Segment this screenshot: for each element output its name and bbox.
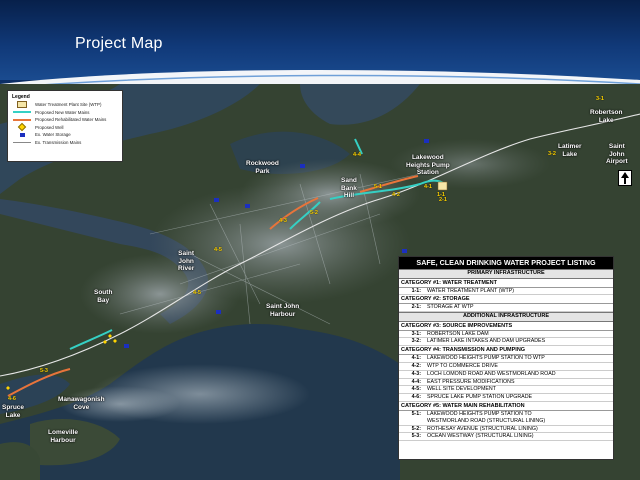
label-lomeville-harbour: Lomeville Harbour (48, 429, 78, 444)
code-4-5-river: 4-5 (214, 247, 222, 253)
list-item: 3-1: ROBERTSON LAKE DAM (399, 331, 613, 339)
list-item: 5-2: ROTHESAY AVENUE (STRUCTURAL LINING) (399, 426, 613, 434)
label-rockwood-park: Rockwood Park (246, 160, 279, 175)
legend-item-rehab-main: Proposed Rehabilitated Water Mains (12, 116, 118, 124)
project-listing-title: SAFE, CLEAN DRINKING WATER PROJECT LISTI… (399, 257, 613, 269)
category-heading: CATEGORY #2: STORAGE (399, 295, 613, 305)
code-5-2: 5-2 (310, 210, 318, 216)
list-item: 5-1: LAKEWOOD HEIGHTS PUMP STATION TO WE… (399, 411, 613, 426)
code-4-1: 4-1 (424, 184, 432, 190)
list-item: 5-3: OCEAN WESTWAY (STRUCTURAL LINING) (399, 433, 613, 442)
legend-item-wtp: Water Treatment Plant Site (WTP) (12, 101, 118, 109)
legend-item-well: Proposed Well (12, 123, 118, 132)
list-item: 4-2: WTP TO COMMERCE DRIVE (399, 363, 613, 371)
label-sand-bank-hill: Sand Bank Hill (341, 177, 357, 199)
slide-header: Project Map (0, 0, 640, 92)
north-arrow-icon (621, 172, 629, 184)
label-spruce-lake: Spruce Lake (2, 404, 25, 419)
list-item: 2-1: STORAGE AT WTP (399, 304, 613, 313)
category-heading: CATEGORY #1: WATER TREATMENT (399, 279, 613, 288)
category-heading: CATEGORY #5: WATER MAIN REHABILITATION (399, 402, 613, 411)
legend-item-storage: Ex. Water Storage (12, 131, 118, 139)
legend-item-new-main: Proposed New Water Mains (12, 109, 118, 117)
section-heading: ADDITIONAL INFRASTRUCTURE (399, 313, 613, 322)
north-arrow (618, 170, 632, 186)
list-item: 4-4: EAST PRESSURE MODIFICATIONS (399, 379, 613, 387)
transmission-line-icon (12, 139, 32, 145)
list-item: 4-1: LAKEWOOD HEIGHTS PUMP STATION TO WT… (399, 355, 613, 363)
label-latimer-lake: Latimer Lake (558, 143, 582, 158)
section-heading: PRIMARY INFRASTRUCTURE (399, 270, 613, 279)
storage-square-icon (12, 132, 32, 138)
label-south-bay: South Bay (94, 289, 113, 304)
code-3-1: 3-1 (596, 96, 604, 102)
section-additional: ADDITIONAL INFRASTRUCTURE CATEGORY #3: S… (399, 312, 613, 442)
label-saint-john-river: Saint John River (178, 250, 195, 272)
label-lakewood-heights: Lakewood Heights Pump Station (406, 154, 450, 176)
list-item: 4-5: WELL SITE DEVELOPMENT (399, 386, 613, 395)
code-4-4-east: 4-4 (353, 152, 361, 158)
code-2-1: 2-1 (439, 197, 447, 203)
code-4-5-bay: 4-5 (193, 290, 201, 296)
category-heading: CATEGORY #3: SOURCE IMPROVEMENTS (399, 322, 613, 331)
label-manawagonish-cove: Manawagonish Cove (58, 396, 105, 411)
well-diamond-icon (12, 123, 32, 132)
category-heading: CATEGORY #4: TRANSMISSION AND PUMPING (399, 346, 613, 356)
wtp-site (437, 181, 448, 191)
label-saint-john-airport: Saint John Airport (606, 143, 628, 165)
list-item: 3-2: LATIMER LAKE INTAKES AND DAM UPGRAD… (399, 338, 613, 347)
code-4-2: 4-2 (392, 192, 400, 198)
slide-title: Project Map (75, 35, 163, 52)
code-3-2: 3-2 (548, 151, 556, 157)
section-primary: PRIMARY INFRASTRUCTURE CATEGORY #1: WATE… (399, 269, 613, 313)
label-robertson-lake: Robertson Lake (590, 109, 623, 124)
label-saint-john-harbour: Saint John Harbour (266, 303, 300, 318)
legend-title: Legend (12, 94, 30, 100)
list-item: 4-3: LOCH LOMOND ROAD AND WESTMORLAND RO… (399, 371, 613, 379)
new-main-line-icon (12, 109, 32, 115)
map-legend: Legend Water Treatment Plant Site (WTP) … (7, 90, 123, 162)
list-item: 1-1: WATER TREATMENT PLANT (WTP) (399, 288, 613, 296)
code-4-6: 4-6 (8, 396, 16, 402)
code-5-1: 5-1 (374, 184, 382, 190)
project-listing-table: SAFE, CLEAN DRINKING WATER PROJECT LISTI… (398, 256, 614, 460)
code-4-3: 4-3 (279, 218, 287, 224)
code-5-3: 5-3 (40, 368, 48, 374)
list-item: 4-6: SPRUCE LAKE PUMP STATION UPGRADE (399, 394, 613, 402)
legend-item-transmission: Ex. Transmission Mains (12, 139, 118, 147)
wtp-site-symbol-icon (12, 101, 32, 109)
